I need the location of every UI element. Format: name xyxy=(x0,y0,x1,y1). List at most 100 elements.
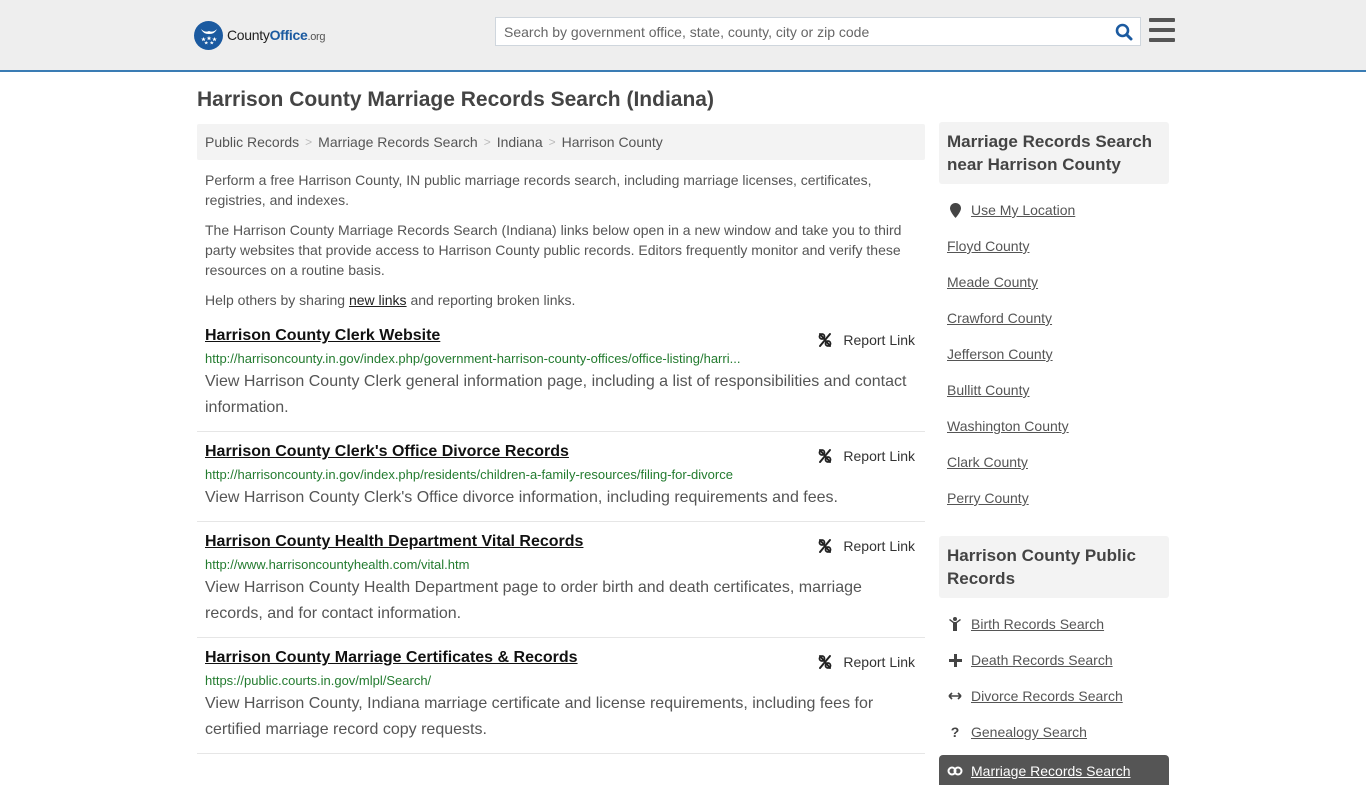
logo-wordmark: CountyOffice.org xyxy=(227,27,326,43)
public-record-item: Divorce Records Search xyxy=(947,678,1161,714)
hamburger-menu-button[interactable] xyxy=(1149,18,1175,42)
nearby-county-item: Jefferson County xyxy=(947,336,1161,372)
county-link-bullitt[interactable]: Bullitt County xyxy=(947,382,1029,398)
divorce-records-search-link[interactable]: Divorce Records Search xyxy=(971,688,1123,704)
child-icon xyxy=(947,617,963,631)
logo-office: Office xyxy=(269,27,308,43)
intro-text-before: Help others by sharing xyxy=(205,292,349,308)
site-logo[interactable]: CountyOffice.org xyxy=(194,20,326,50)
breadcrumb-harrison-county[interactable]: Harrison County xyxy=(562,134,663,150)
public-record-item: Birth Records Search xyxy=(947,606,1161,642)
result-title-link[interactable]: Harrison County Clerk's Office Divorce R… xyxy=(205,442,569,462)
result-title-link[interactable]: Harrison County Marriage Certificates & … xyxy=(205,648,578,668)
report-link-button[interactable]: Report Link xyxy=(817,332,915,348)
public-record-item: Death Records Search xyxy=(947,642,1161,678)
logo-org: .org xyxy=(307,31,326,43)
birth-records-search-link[interactable]: Birth Records Search xyxy=(971,616,1104,632)
report-link-label: Report Link xyxy=(843,448,915,464)
result-description: View Harrison County Health Department p… xyxy=(205,579,862,622)
new-links-link[interactable]: new links xyxy=(349,292,407,308)
result-item: Harrison County Marriage Certificates & … xyxy=(197,638,925,754)
hamburger-menu-icon-bar xyxy=(1149,38,1175,42)
active-marriage-records-item[interactable]: Marriage Records Search xyxy=(939,755,1169,785)
map-marker-icon xyxy=(947,202,963,218)
rings-icon xyxy=(947,763,963,779)
genealogy-search-link[interactable]: Genealogy Search xyxy=(971,724,1087,740)
main-content: Public Records > Marriage Records Search… xyxy=(197,124,925,754)
breadcrumb-indiana[interactable]: Indiana xyxy=(497,134,543,150)
nearby-county-item: Floyd County xyxy=(947,228,1161,264)
result-description: View Harrison County Clerk general infor… xyxy=(205,373,907,416)
county-link-perry[interactable]: Perry County xyxy=(947,490,1029,506)
site-header: CountyOffice.org xyxy=(0,0,1366,72)
nearby-county-item: Perry County xyxy=(947,480,1161,516)
county-link-jefferson[interactable]: Jefferson County xyxy=(947,346,1053,362)
intro-text: Perform a free Harrison County, IN publi… xyxy=(197,170,925,310)
arrows-horizontal-icon xyxy=(947,691,963,701)
nearby-county-item: Bullitt County xyxy=(947,372,1161,408)
intro-paragraph-3: Help others by sharing new links and rep… xyxy=(205,290,917,310)
nearby-heading: Marriage Records Search near Harrison Co… xyxy=(939,122,1169,184)
hamburger-menu-icon-bar xyxy=(1149,28,1175,32)
results-list: Harrison County Clerk Website Report Lin… xyxy=(197,326,925,754)
county-link-floyd[interactable]: Floyd County xyxy=(947,238,1029,254)
use-my-location-item: Use My Location xyxy=(947,192,1161,228)
result-url: http://www.harrisoncountyhealth.com/vita… xyxy=(205,557,470,572)
county-link-clark[interactable]: Clark County xyxy=(947,454,1028,470)
county-link-meade[interactable]: Meade County xyxy=(947,274,1038,290)
report-link-label: Report Link xyxy=(843,538,915,554)
page-title: Harrison County Marriage Records Search … xyxy=(197,88,714,111)
broken-link-icon xyxy=(819,539,832,553)
search-button[interactable] xyxy=(1108,18,1140,45)
search-bar xyxy=(495,17,1141,46)
eagle-stars-logo-icon xyxy=(194,20,223,50)
search-icon xyxy=(1115,23,1133,40)
result-description: View Harrison County Clerk's Office divo… xyxy=(205,489,838,506)
breadcrumb-separator: > xyxy=(548,135,556,149)
nearby-county-item: Washington County xyxy=(947,408,1161,444)
report-link-label: Report Link xyxy=(843,654,915,670)
breadcrumb-separator: > xyxy=(483,135,491,149)
result-title-link[interactable]: Harrison County Health Department Vital … xyxy=(205,532,583,552)
breadcrumb: Public Records > Marriage Records Search… xyxy=(197,124,925,160)
result-url: http://harrisoncounty.in.gov/index.php/r… xyxy=(205,467,733,482)
nearby-county-item: Meade County xyxy=(947,264,1161,300)
plus-icon xyxy=(947,653,963,667)
hamburger-menu-icon-bar xyxy=(1149,18,1175,22)
county-link-washington[interactable]: Washington County xyxy=(947,418,1069,434)
intro-paragraph-2: The Harrison County Marriage Records Sea… xyxy=(205,222,902,278)
breadcrumb-marriage-records-search[interactable]: Marriage Records Search xyxy=(318,134,478,150)
nearby-county-list: Use My Location Floyd County Meade Count… xyxy=(939,184,1169,516)
breadcrumb-separator: > xyxy=(305,135,313,149)
broken-link-icon xyxy=(819,655,832,669)
report-link-label: Report Link xyxy=(843,332,915,348)
county-link-crawford[interactable]: Crawford County xyxy=(947,310,1052,326)
search-input[interactable] xyxy=(496,18,1108,45)
broken-link-icon xyxy=(819,333,832,347)
result-title-link[interactable]: Harrison County Clerk Website xyxy=(205,326,440,346)
report-link-button[interactable]: Report Link xyxy=(817,654,915,670)
death-records-search-link[interactable]: Death Records Search xyxy=(971,652,1113,668)
result-item: Harrison County Clerk Website Report Lin… xyxy=(197,326,925,432)
result-item: Harrison County Health Department Vital … xyxy=(197,522,925,638)
public-records-list: Birth Records Search Death Records Searc… xyxy=(939,598,1169,750)
intro-paragraph-1: Perform a free Harrison County, IN publi… xyxy=(205,172,872,208)
public-record-item: ? Genealogy Search xyxy=(947,714,1161,750)
report-link-button[interactable]: Report Link xyxy=(817,448,915,464)
result-description: View Harrison County, Indiana marriage c… xyxy=(205,695,874,738)
nearby-county-item: Clark County xyxy=(947,444,1161,480)
logo-county: County xyxy=(227,27,270,43)
broken-link-icon xyxy=(819,449,832,463)
nearby-county-item: Crawford County xyxy=(947,300,1161,336)
public-records-heading: Harrison County Public Records xyxy=(939,536,1169,598)
result-item: Harrison County Clerk's Office Divorce R… xyxy=(197,432,925,522)
result-url: https://public.courts.in.gov/mlpl/Search… xyxy=(205,673,432,688)
breadcrumb-public-records[interactable]: Public Records xyxy=(205,134,299,150)
result-url: http://harrisoncounty.in.gov/index.php/g… xyxy=(205,351,741,366)
question-icon: ? xyxy=(950,724,960,740)
sidebar: Marriage Records Search near Harrison Co… xyxy=(939,122,1169,785)
intro-text-after: and reporting broken links. xyxy=(406,292,576,308)
use-my-location-link[interactable]: Use My Location xyxy=(971,202,1075,218)
report-link-button[interactable]: Report Link xyxy=(817,538,915,554)
marriage-records-search-link[interactable]: Marriage Records Search xyxy=(971,763,1131,779)
